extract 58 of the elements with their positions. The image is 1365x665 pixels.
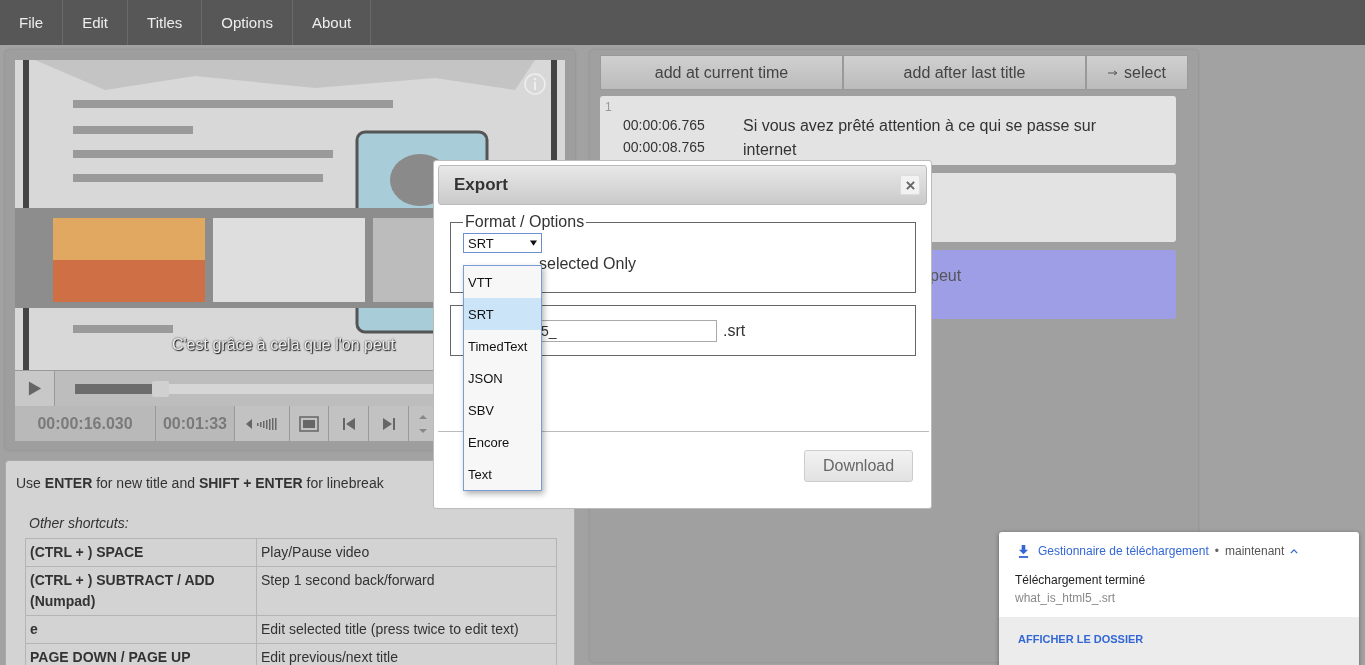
- menu-item[interactable]: About: [293, 0, 372, 45]
- notification-title: Téléchargement terminé: [1014, 572, 1147, 587]
- caret-up-icon[interactable]: [1290, 548, 1299, 554]
- checkbox-label[interactable]: selected Only: [539, 255, 903, 273]
- toolbar-button[interactable]: add at current time: [600, 55, 843, 90]
- skip-back-icon: [341, 416, 356, 431]
- menu-item[interactable]: File: [0, 0, 64, 45]
- volume-icon: [245, 416, 279, 431]
- current-time: 00:00:16.030: [15, 406, 156, 441]
- toolbar-button[interactable]: add after last title: [843, 55, 1086, 90]
- dialog-title: Export: [454, 175, 508, 195]
- fieldset-legend: Format / Options: [463, 213, 587, 231]
- shortcut-action-cell: Play/Pause video: [256, 538, 557, 567]
- download-button[interactable]: Download: [804, 450, 913, 482]
- close-button[interactable]: [900, 175, 920, 195]
- title-text: Si vous avez prêté attention à ce qui se passe sur internet: [743, 116, 1098, 160]
- shortcut-key-cell: e: [25, 615, 257, 644]
- previous-button[interactable]: [329, 406, 369, 441]
- menu-item[interactable]: Titles: [128, 0, 203, 45]
- dropdown-option[interactable]: VTT: [464, 266, 541, 298]
- skip-forward-icon: [381, 416, 396, 431]
- menu-item[interactable]: Edit: [63, 0, 129, 45]
- dropdown-option[interactable]: SRT: [464, 298, 541, 330]
- shortcut-key-cell: (CTRL + ) SPACE: [25, 538, 257, 567]
- volume-button[interactable]: [235, 406, 290, 441]
- dropdown-option[interactable]: Text: [464, 458, 541, 490]
- fullscreen-icon: [299, 415, 319, 432]
- seek-handle[interactable]: [151, 380, 169, 397]
- menu-item[interactable]: Options: [202, 0, 293, 45]
- separator-dot: •: [1214, 544, 1219, 558]
- title-number: 1: [605, 100, 612, 114]
- notification-time: maintenant: [1225, 544, 1285, 558]
- file-name: what_is_html5_.srt: [1014, 590, 1117, 605]
- shortcuts-heading: Other shortcuts:: [29, 515, 130, 531]
- dropdown-option[interactable]: JSON: [464, 362, 541, 394]
- dropdown-option[interactable]: SBV: [464, 394, 541, 426]
- shortcut-action-cell: Edit selected title (press twice to edit text): [256, 615, 557, 644]
- dropdown-option[interactable]: Encore: [464, 426, 541, 458]
- play-button[interactable]: [15, 371, 55, 406]
- download-icon: [1018, 544, 1029, 558]
- format-select[interactable]: SRT: [463, 233, 542, 253]
- toolbar-button[interactable]: select: [1086, 55, 1188, 90]
- subtitle-caption: C'est grâce à cela que l'on peut: [172, 336, 396, 354]
- close-icon: [905, 180, 915, 190]
- end-time: 00:00:08.765: [623, 138, 706, 157]
- next-button[interactable]: [369, 406, 409, 441]
- file-extension: .srt: [723, 321, 746, 340]
- caret-down-icon: [530, 240, 537, 246]
- shortcut-key-cell: (CTRL + ) SUBTRACT / ADD (Numpad): [25, 566, 257, 616]
- notification-source: Gestionnaire de téléchargement: [1038, 544, 1209, 558]
- title-card[interactable]: 1 00:00:06.765 00:00:08.765 Si vous avez prêté attention à ce qui se passe sur internet: [600, 96, 1176, 165]
- start-time: 00:00:06.765: [623, 116, 706, 135]
- shortcut-action-cell: Step 1 second back/forward: [256, 566, 557, 616]
- shortcut-key-cell: PAGE DOWN / PAGE UP: [25, 643, 257, 665]
- play-icon: [27, 380, 42, 397]
- arrow-icon: [1108, 68, 1119, 77]
- help-text: Use ENTER for new title and SHIFT + ENTER for linebreak: [16, 475, 384, 491]
- fullscreen-button[interactable]: [290, 406, 329, 441]
